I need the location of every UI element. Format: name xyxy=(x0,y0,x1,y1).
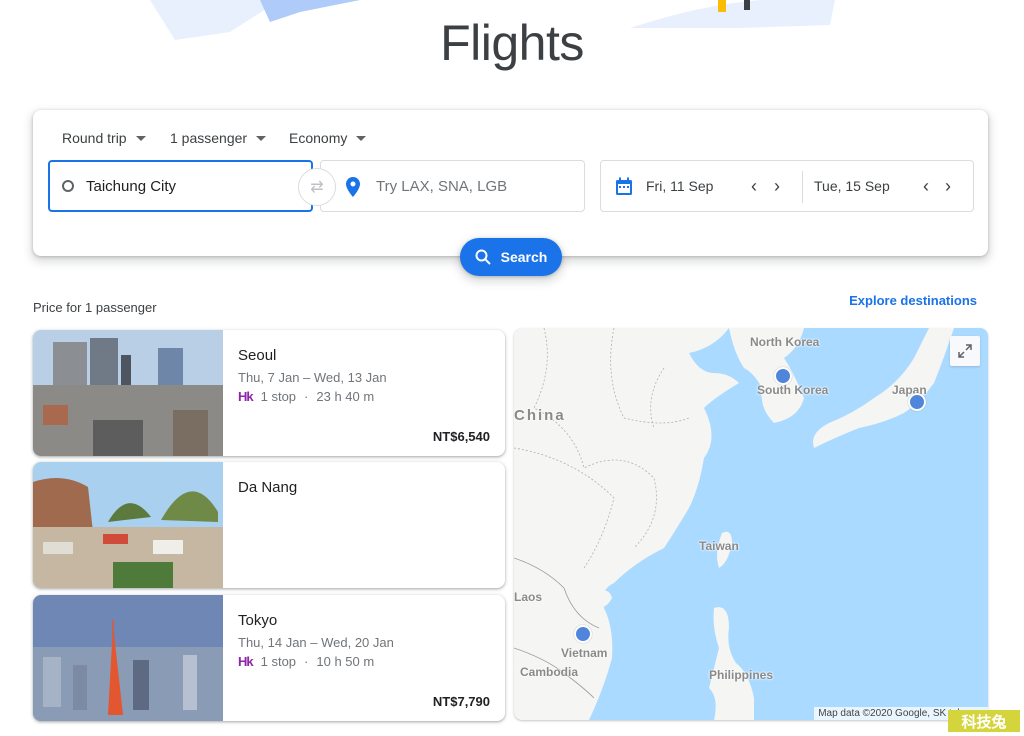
return-next-button[interactable]: › xyxy=(945,176,951,197)
map-label-south-korea: South Korea xyxy=(757,383,829,397)
return-date[interactable]: Tue, 15 Sep xyxy=(814,178,890,194)
search-icon xyxy=(475,249,491,265)
separator-dot: · xyxy=(304,654,309,669)
watermark: 科技兔 xyxy=(948,710,1020,732)
cabin-class-label: Economy xyxy=(289,130,348,146)
origin-circle-icon xyxy=(62,180,74,192)
explore-destinations-link[interactable]: Explore destinations xyxy=(849,293,977,308)
tokyo-photo xyxy=(33,595,223,721)
map-pin-seoul[interactable] xyxy=(774,367,792,385)
caret-down-icon xyxy=(356,135,367,141)
depart-date[interactable]: Fri, 11 Sep xyxy=(646,178,713,194)
passengers-label: 1 passenger xyxy=(170,130,248,146)
map-label-north-korea: North Korea xyxy=(750,335,820,349)
search-panel: Round trip 1 passenger Economy Taichung … xyxy=(33,110,988,276)
caret-down-icon xyxy=(135,135,146,141)
destination-card-da-nang[interactable]: Da Nang xyxy=(33,462,505,588)
map-label-taiwan: Taiwan xyxy=(699,539,739,553)
destination-price: NT$7,790 xyxy=(432,694,490,709)
airline-logo-icon: Hk xyxy=(238,654,254,669)
separator-dot: · xyxy=(304,389,309,404)
origin-input[interactable]: Taichung City xyxy=(48,160,313,212)
search-label: Search xyxy=(500,249,548,265)
destination-name: Da Nang xyxy=(238,479,298,496)
search-button[interactable]: Search xyxy=(460,238,562,276)
seoul-photo xyxy=(33,330,223,456)
map-label-philippines: Philippines xyxy=(709,668,774,682)
destination-placeholder: Try LAX, SNA, LGB xyxy=(376,177,508,195)
map-label-cambodia: Cambodia xyxy=(520,665,579,679)
date-picker: Fri, 11 Sep ‹ › Tue, 15 Sep ‹ › xyxy=(600,160,974,212)
stops: 1 stop xyxy=(260,654,297,669)
map-label-china: China xyxy=(514,407,566,424)
destination-flight-info: Hk 1 stop · 23 h 40 m xyxy=(238,389,374,404)
origin-value: Taichung City xyxy=(86,177,177,195)
price-note: Price for 1 passenger xyxy=(33,300,157,315)
destination-card-seoul[interactable]: Seoul Thu, 7 Jan – Wed, 13 Jan Hk 1 stop… xyxy=(33,330,505,456)
trip-type-dropdown[interactable]: Round trip xyxy=(62,130,146,146)
calendar-icon xyxy=(616,177,632,195)
date-divider xyxy=(802,171,803,203)
duration: 23 h 40 m xyxy=(316,389,375,404)
trip-type-label: Round trip xyxy=(62,130,127,146)
expand-icon xyxy=(958,344,972,358)
destination-name: Seoul xyxy=(238,347,277,364)
destination-dates: Thu, 14 Jan – Wed, 20 Jan xyxy=(238,635,394,650)
location-pin-icon xyxy=(346,177,360,197)
depart-next-button[interactable]: › xyxy=(774,176,780,197)
page-title: Flights xyxy=(440,15,584,71)
destination-price: NT$6,540 xyxy=(432,429,490,444)
destination-dates: Thu, 7 Jan – Wed, 13 Jan xyxy=(238,370,387,385)
map-pin-da-nang[interactable] xyxy=(574,625,592,643)
destination-input[interactable]: Try LAX, SNA, LGB xyxy=(320,160,585,212)
return-prev-button[interactable]: ‹ xyxy=(923,176,929,197)
duration: 10 h 50 m xyxy=(316,654,375,669)
cabin-class-dropdown[interactable]: Economy xyxy=(289,130,367,146)
map-pin-tokyo[interactable] xyxy=(908,393,926,411)
stops: 1 stop xyxy=(260,389,297,404)
airline-logo-icon: Hk xyxy=(238,389,254,404)
fullscreen-button[interactable] xyxy=(950,336,980,366)
destinations-map[interactable]: North Korea South Korea Japan China Taiw… xyxy=(514,328,988,720)
caret-down-icon xyxy=(256,135,267,141)
depart-prev-button[interactable]: ‹ xyxy=(751,176,757,197)
destination-name: Tokyo xyxy=(238,612,278,629)
da-nang-photo xyxy=(33,462,223,588)
passengers-dropdown[interactable]: 1 passenger xyxy=(170,130,267,146)
destination-flight-info: Hk 1 stop · 10 h 50 m xyxy=(238,654,374,669)
map-label-vietnam: Vietnam xyxy=(561,646,608,660)
map-label-laos: Laos xyxy=(514,590,543,604)
destination-card-tokyo[interactable]: Tokyo Thu, 14 Jan – Wed, 20 Jan Hk 1 sto… xyxy=(33,595,505,721)
swap-arrows-icon: ⇄ xyxy=(310,179,324,196)
swap-button[interactable]: ⇄ xyxy=(298,168,336,206)
